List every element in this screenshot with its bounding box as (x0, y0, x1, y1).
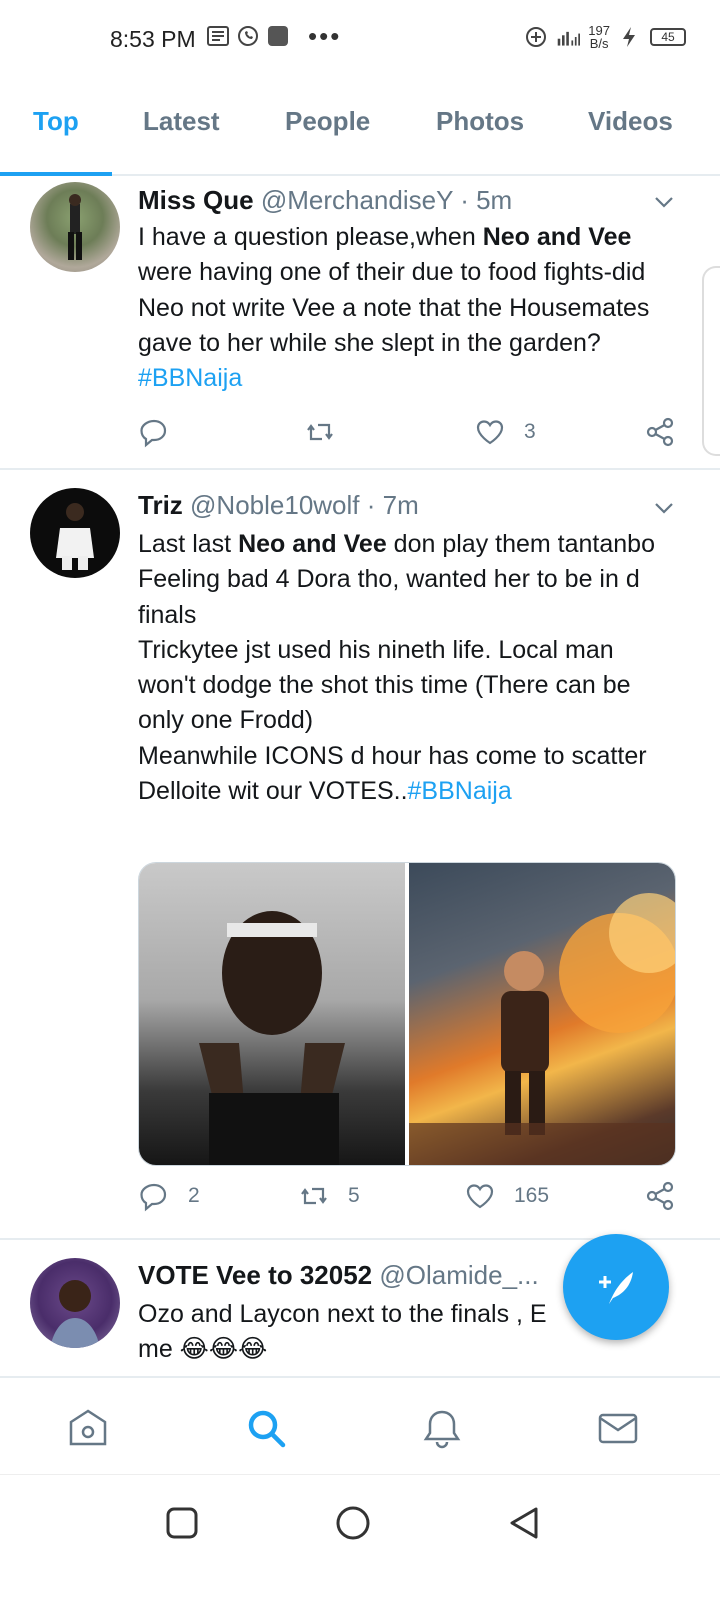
compose-tweet-button[interactable] (563, 1234, 669, 1340)
network-speed: 197 B/s (588, 24, 610, 50)
like-button[interactable]: 3 (474, 416, 536, 448)
search-icon[interactable] (244, 1406, 288, 1450)
tweet-header: Triz @Noble10wolf · 7m (138, 490, 419, 521)
like-count: 3 (524, 420, 536, 443)
compose-feather-icon (599, 1272, 633, 1304)
bottom-navigation (0, 1376, 720, 1474)
reply-button[interactable] (138, 416, 170, 448)
notifications-bell-icon[interactable] (420, 1406, 464, 1450)
share-icon (646, 417, 674, 447)
signal-icon (558, 31, 581, 46)
avatar-figure-icon (68, 194, 82, 260)
battery-indicator: 45 (650, 28, 686, 46)
back-triangle-icon[interactable] (506, 1505, 542, 1541)
retweet-count: 5 (348, 1184, 360, 1207)
speed-unit: B/s (589, 36, 609, 51)
tweet-text: Last last Neo and Vee don play them tant… (138, 527, 678, 809)
text-line: Feeling bad 4 Dora tho, wanted her to be… (138, 565, 640, 629)
home-circle-icon[interactable] (335, 1505, 371, 1541)
reply-count: 2 (188, 1184, 200, 1207)
retweet-button[interactable] (304, 416, 336, 448)
whatsapp-icon (238, 26, 258, 46)
handle[interactable]: @MerchandiseY (261, 185, 453, 215)
person-photo-illustration (199, 911, 345, 1165)
avatar[interactable] (30, 488, 120, 578)
display-name[interactable]: VOTE Vee to 32052 (138, 1260, 372, 1290)
handle[interactable]: @Noble10wolf (190, 490, 359, 520)
charging-icon (623, 27, 635, 47)
more-notifications-icon: ••• (308, 21, 342, 51)
status-bar: 8:53 PM ••• 197 B/s 45 (0, 0, 720, 80)
avatar-figure-icon (50, 1280, 100, 1348)
app-icon (268, 26, 288, 46)
text-bold: Neo and Vee (238, 530, 387, 558)
retweet-button[interactable]: 5 (298, 1180, 360, 1212)
retweet-icon (307, 423, 333, 441)
tweet-actions: 2 5 165 (138, 1180, 678, 1220)
tweet[interactable]: Miss Que @MerchandiseY · 5m I have a que… (0, 176, 720, 470)
text-segment: Last last (138, 530, 239, 558)
notification-icons: ••• (206, 21, 342, 51)
timestamp: 5m (476, 185, 513, 215)
share-icon (646, 1181, 674, 1211)
separator: · (460, 185, 469, 215)
reply-icon (140, 1183, 167, 1212)
text-line: Trickytee jst used his nineth life. Loca… (138, 635, 631, 735)
tweet-actions: 3 (138, 416, 678, 456)
display-name[interactable]: Triz (138, 490, 183, 520)
recents-square-icon[interactable] (164, 1505, 200, 1541)
text-segment: Meanwhile ICONS d hour has come to scatt… (138, 741, 647, 806)
search-tabs: Top Latest People Photos Videos (0, 92, 720, 176)
tweet-media-grid (138, 862, 676, 1166)
chevron-down-icon[interactable] (652, 190, 676, 214)
system-navigation-bar (0, 1474, 720, 1600)
text-line: me 😂😂😂 (138, 1335, 268, 1364)
text-line: Meanwhile ICONS d hour has come to scatt… (138, 739, 678, 810)
tweet-header: Miss Que @MerchandiseY · 5m (138, 185, 512, 216)
reply-button[interactable]: 2 (138, 1180, 200, 1212)
home-icon[interactable] (66, 1406, 110, 1450)
separator: · (366, 490, 376, 520)
messages-mail-icon[interactable] (596, 1406, 640, 1450)
avatar[interactable] (30, 1258, 120, 1348)
display-name[interactable]: Miss Que (138, 185, 254, 215)
status-time: 8:53 PM (110, 26, 196, 52)
chevron-down-icon[interactable] (652, 496, 676, 520)
reply-icon (140, 419, 167, 448)
tweet-photo[interactable] (139, 863, 405, 1165)
tweet-photo[interactable] (409, 863, 675, 1165)
text-segment: I have a question please,when (138, 223, 483, 251)
child-explosion-illustration (409, 893, 675, 1165)
tweet-text: I have a question please,when Neo and Ve… (138, 220, 678, 396)
handle[interactable]: @Olamide_... (379, 1260, 538, 1290)
avatar[interactable] (30, 182, 120, 272)
tweet-header: VOTE Vee to 32052 @Olamide_... (138, 1260, 539, 1291)
data-saver-icon (526, 27, 547, 47)
hashtag-link[interactable]: #BBNaija (138, 364, 242, 392)
text-segment: don play them tantanbo (386, 530, 655, 558)
tab-photos[interactable]: Photos (436, 106, 524, 137)
like-button[interactable]: 165 (464, 1180, 549, 1212)
hashtag-link[interactable]: #BBNaija (408, 777, 512, 805)
text-line: Last last Neo and Vee don play them tant… (138, 527, 678, 562)
text-segment: were having one of their due to food fig… (138, 258, 650, 357)
avatar-figure-icon (56, 503, 94, 570)
tab-latest[interactable]: Latest (143, 106, 220, 137)
news-icon (207, 26, 229, 46)
timestamp: 7m (382, 490, 419, 520)
heart-icon (476, 420, 504, 445)
retweet-icon (301, 1187, 327, 1205)
text-bold: Neo and Vee (482, 223, 632, 251)
status-right: 197 B/s 45 (524, 24, 686, 50)
share-button[interactable] (644, 1180, 676, 1212)
share-button[interactable] (644, 416, 676, 448)
tab-videos[interactable]: Videos (588, 106, 673, 137)
tab-top[interactable]: Top (33, 106, 79, 137)
like-count: 165 (514, 1184, 550, 1207)
tab-people[interactable]: People (285, 106, 370, 137)
heart-icon (466, 1184, 494, 1209)
